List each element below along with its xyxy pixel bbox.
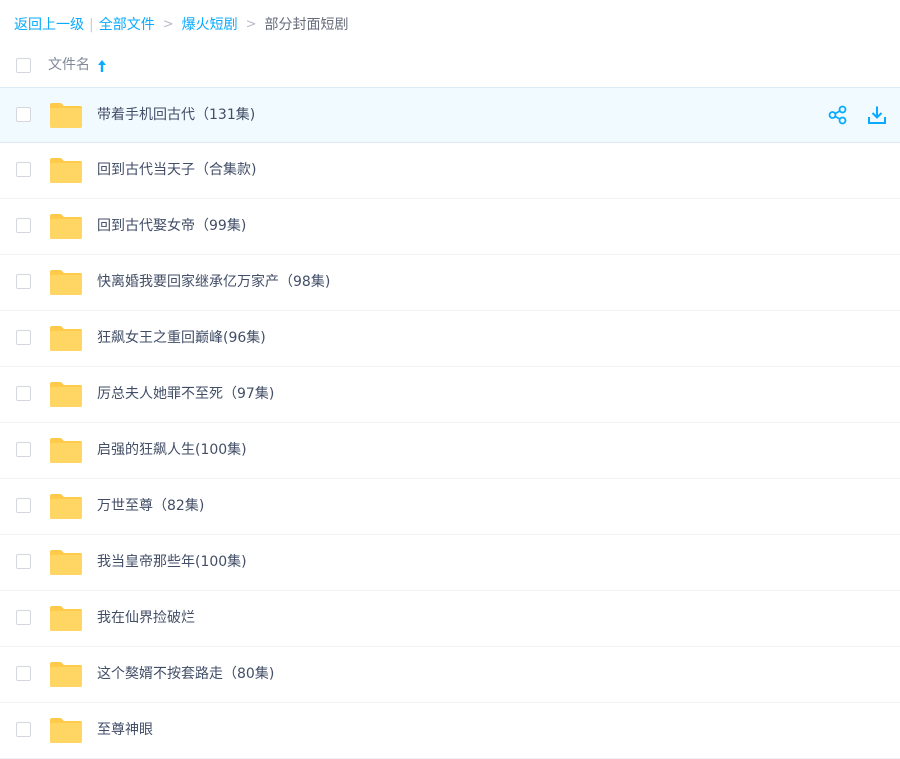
breadcrumb-level1-link[interactable]: 爆火短剧 bbox=[182, 15, 238, 35]
file-row[interactable]: 狂飙女王之重回巅峰(96集) bbox=[0, 311, 900, 367]
folder-icon bbox=[49, 157, 83, 184]
breadcrumb-all-files-link[interactable]: 全部文件 bbox=[99, 15, 155, 35]
row-checkbox[interactable] bbox=[16, 442, 31, 457]
file-row[interactable]: 回到古代娶女帝（99集) bbox=[0, 199, 900, 255]
row-checkbox[interactable] bbox=[16, 498, 31, 513]
file-name[interactable]: 启强的狂飙人生(100集) bbox=[97, 439, 247, 461]
row-checkbox[interactable] bbox=[16, 107, 31, 122]
row-actions bbox=[810, 104, 888, 126]
share-icon[interactable] bbox=[827, 104, 849, 126]
row-checkbox[interactable] bbox=[16, 274, 31, 289]
folder-icon bbox=[49, 661, 83, 688]
folder-icon bbox=[49, 549, 83, 576]
file-name[interactable]: 我在仙界捡破烂 bbox=[97, 607, 195, 629]
folder-icon bbox=[49, 102, 83, 129]
folder-icon bbox=[49, 717, 83, 744]
folder-icon bbox=[49, 213, 83, 240]
file-row[interactable]: 带着手机回古代（131集) bbox=[0, 87, 900, 143]
file-name[interactable]: 回到古代当天子（合集款) bbox=[97, 159, 256, 181]
row-checkbox[interactable] bbox=[16, 722, 31, 737]
filename-column-label: 文件名 bbox=[48, 57, 90, 73]
file-row[interactable]: 我当皇帝那些年(100集) bbox=[0, 535, 900, 591]
folder-icon bbox=[49, 381, 83, 408]
file-name[interactable]: 带着手机回古代（131集) bbox=[97, 104, 255, 126]
breadcrumb-current: 部分封面短剧 bbox=[264, 17, 349, 33]
file-name[interactable]: 厉总夫人她罪不至死（97集) bbox=[97, 383, 274, 405]
folder-icon bbox=[49, 325, 83, 352]
file-name[interactable]: 快离婚我要回家继承亿万家产（98集) bbox=[97, 271, 330, 293]
breadcrumb-separator: | bbox=[89, 17, 94, 33]
select-all-checkbox[interactable] bbox=[16, 58, 31, 73]
folder-icon bbox=[49, 493, 83, 520]
breadcrumb-arrow: > bbox=[245, 17, 257, 32]
row-checkbox[interactable] bbox=[16, 162, 31, 177]
file-row[interactable]: 万世至尊（82集) bbox=[0, 479, 900, 535]
row-checkbox[interactable] bbox=[16, 218, 31, 233]
file-name[interactable]: 回到古代娶女帝（99集) bbox=[97, 215, 246, 237]
file-name[interactable]: 我当皇帝那些年(100集) bbox=[97, 551, 247, 573]
arrow-up-icon[interactable] bbox=[97, 58, 107, 72]
file-row[interactable]: 快离婚我要回家继承亿万家产（98集) bbox=[0, 255, 900, 311]
breadcrumb: 返回上一级 | 全部文件 > 爆火短剧 > 部分封面短剧 bbox=[14, 15, 349, 35]
file-row[interactable]: 我在仙界捡破烂 bbox=[0, 591, 900, 647]
file-row[interactable]: 至尊神眼 bbox=[0, 703, 900, 759]
file-row[interactable]: 回到古代当天子（合集款) bbox=[0, 143, 900, 199]
list-header: 文件名 bbox=[0, 44, 900, 86]
file-name[interactable]: 这个獒婿不按套路走（80集) bbox=[97, 663, 274, 685]
file-row[interactable]: 这个獒婿不按套路走（80集) bbox=[0, 647, 900, 703]
file-name[interactable]: 万世至尊（82集) bbox=[97, 495, 204, 517]
file-name[interactable]: 狂飙女王之重回巅峰(96集) bbox=[97, 327, 266, 349]
folder-icon bbox=[49, 605, 83, 632]
folder-icon bbox=[49, 437, 83, 464]
breadcrumb-back-link[interactable]: 返回上一级 bbox=[14, 15, 84, 35]
file-row[interactable]: 厉总夫人她罪不至死（97集) bbox=[0, 367, 900, 423]
row-checkbox[interactable] bbox=[16, 610, 31, 625]
folder-icon bbox=[49, 269, 83, 296]
file-list: 带着手机回古代（131集) 回到古代当天子（合集款) 回到古代娶女帝（99集) … bbox=[0, 87, 900, 759]
row-checkbox[interactable] bbox=[16, 666, 31, 681]
row-checkbox[interactable] bbox=[16, 330, 31, 345]
file-row[interactable]: 启强的狂飙人生(100集) bbox=[0, 423, 900, 479]
download-icon[interactable] bbox=[866, 104, 888, 126]
file-name[interactable]: 至尊神眼 bbox=[97, 719, 153, 741]
breadcrumb-arrow: > bbox=[162, 17, 174, 32]
filename-column-header[interactable]: 文件名 bbox=[48, 54, 107, 76]
row-checkbox[interactable] bbox=[16, 386, 31, 401]
row-checkbox[interactable] bbox=[16, 554, 31, 569]
